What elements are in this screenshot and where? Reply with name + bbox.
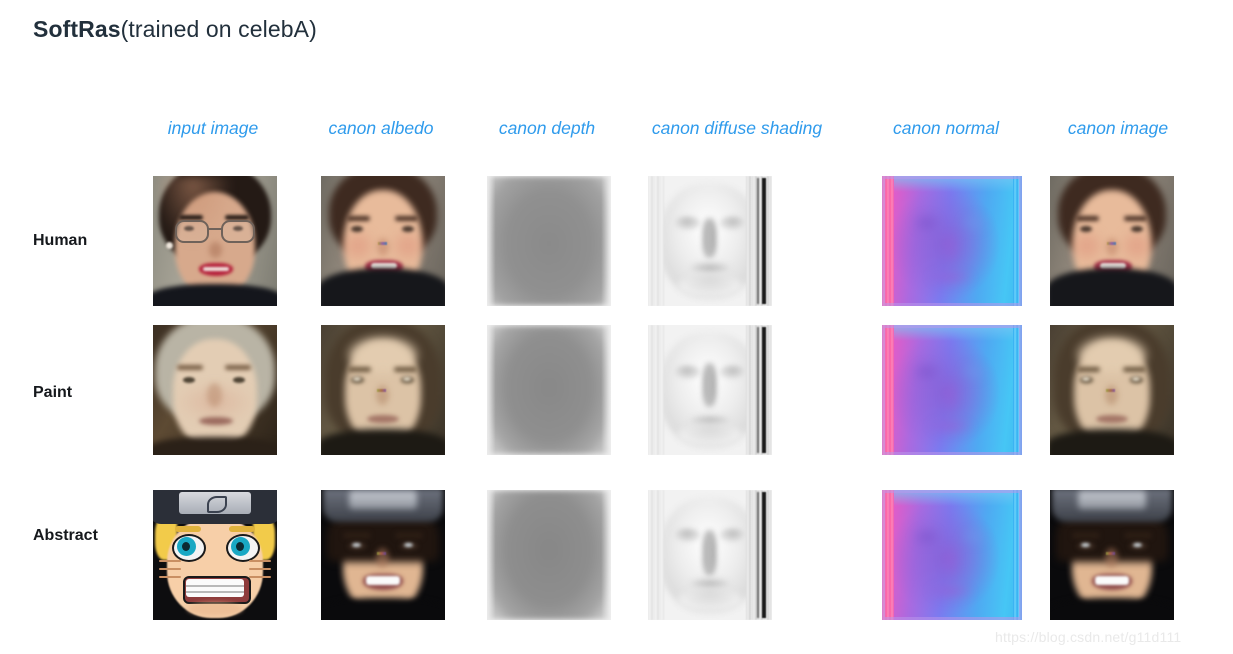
- tile-paint-canon-image: [1050, 325, 1174, 455]
- column-header-canon-normal: canon normal: [892, 118, 1000, 138]
- row-label-abstract: Abstract: [33, 527, 98, 544]
- tile-abstract-canon-image: [1050, 490, 1174, 620]
- tile-paint-canon-diffuse-shading: [648, 325, 772, 455]
- tile-paint-canon-albedo: [321, 325, 445, 455]
- tile-human-canon-albedo: [321, 176, 445, 306]
- column-header-canon-image: canon image: [1067, 118, 1169, 138]
- tile-abstract-canon-normal: [882, 490, 1022, 620]
- glasses-icon: [174, 220, 256, 243]
- column-header-input-image: input image: [167, 118, 259, 138]
- leaf-symbol-icon: [207, 496, 227, 513]
- tile-human-input-image: [153, 176, 277, 306]
- tile-abstract-canon-albedo: [321, 490, 445, 620]
- tile-human-canon-normal: [882, 176, 1022, 306]
- tile-human-canon-diffuse-shading: [648, 176, 772, 306]
- tile-abstract-canon-depth: [487, 490, 611, 620]
- tile-paint-canon-normal: [882, 325, 1022, 455]
- row-label-paint: Paint: [33, 384, 73, 401]
- tile-abstract-canon-diffuse-shading: [648, 490, 772, 620]
- column-header-canon-albedo: canon albedo: [328, 118, 434, 138]
- watermark-url: https://blog.csdn.net/g11d111: [995, 629, 1182, 645]
- tile-paint-canon-depth: [487, 325, 611, 455]
- tile-human-canon-image: [1050, 176, 1174, 306]
- figure-grid: input image canon albedo canon depth can…: [0, 0, 1233, 654]
- tile-paint-input-image: [153, 325, 277, 455]
- column-header-canon-depth: canon depth: [498, 118, 596, 138]
- tile-abstract-input-image: [153, 490, 277, 620]
- row-label-human: Human: [33, 232, 88, 249]
- tile-human-canon-depth: [487, 176, 611, 306]
- column-header-canon-diffuse-shading: canon diffuse shading: [651, 118, 823, 138]
